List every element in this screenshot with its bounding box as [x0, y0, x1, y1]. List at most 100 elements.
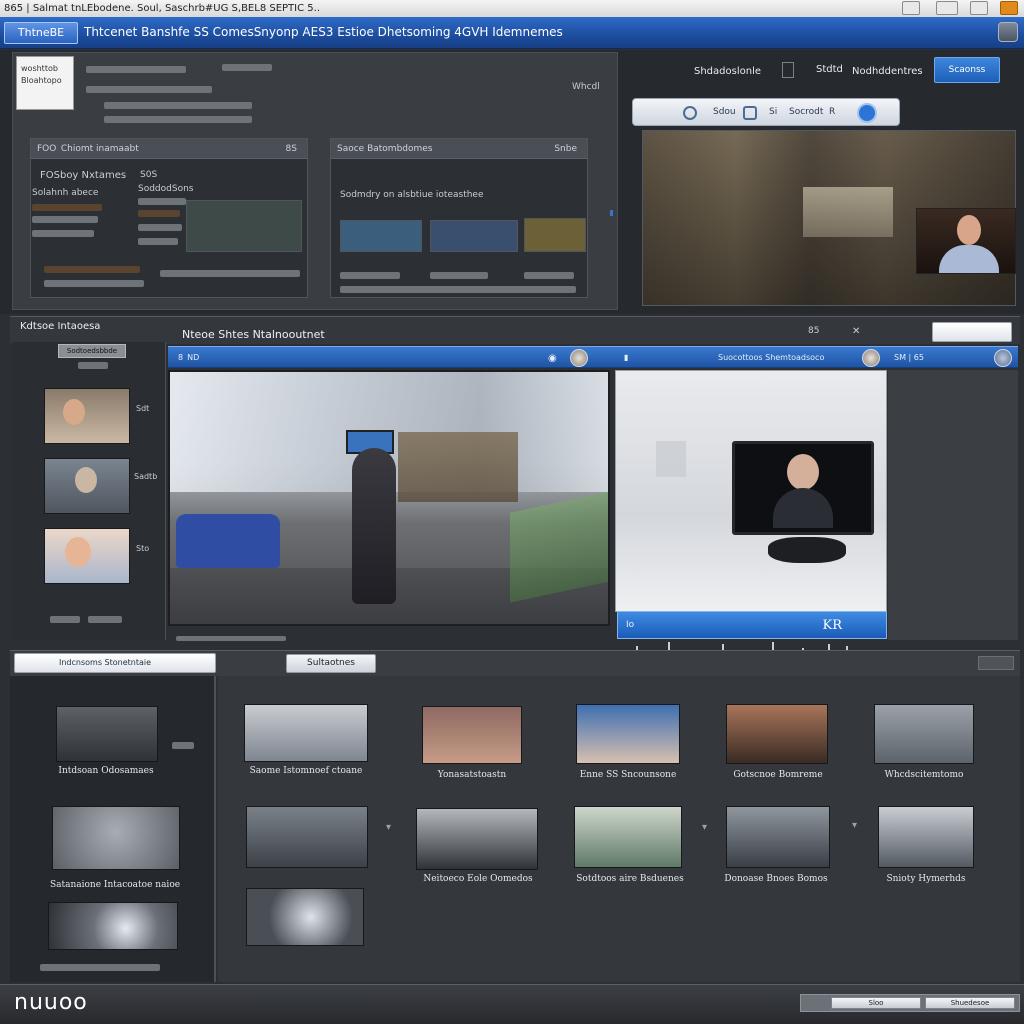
list-row [50, 616, 80, 623]
watermark-label: Whcdl [572, 82, 600, 92]
gallery-thumbnail[interactable] [874, 704, 974, 764]
media-tile[interactable] [524, 218, 586, 252]
window-menu-icon[interactable] [998, 22, 1018, 42]
header-line [86, 66, 186, 73]
gallery-thumbnail[interactable] [726, 806, 830, 868]
list-row[interactable] [32, 230, 94, 237]
header-line [104, 102, 252, 109]
page-indicator: 85 [808, 326, 820, 336]
avatar[interactable] [862, 349, 880, 367]
chevron-down-icon[interactable]: ▾ [386, 822, 391, 833]
list-row [172, 742, 194, 749]
pin-icon[interactable]: ▮ [624, 353, 628, 362]
profile-card-subtitle: Bloahtopo [21, 76, 62, 85]
bottom-button[interactable]: Shuedesoe [925, 997, 1015, 1009]
toolbar-label[interactable]: Si [769, 107, 777, 117]
gallery-thumbnail[interactable] [244, 704, 368, 762]
gallery-thumbnail[interactable] [416, 808, 538, 870]
list-row[interactable] [340, 272, 400, 279]
highlight-row[interactable] [44, 266, 140, 273]
gallery-search-input[interactable]: Indcnsoms Stonetntaie [14, 653, 216, 673]
highlight-row[interactable] [32, 204, 102, 211]
right-gutter [888, 370, 1018, 640]
secondary-video-strip: Io KR [617, 611, 887, 639]
gallery-thumbnail[interactable] [574, 806, 682, 868]
preview-block [186, 200, 302, 252]
gallery-thumbnail[interactable] [422, 706, 522, 764]
list-row[interactable] [32, 216, 98, 223]
video-toolbar: Sdou Si Socrodt R [632, 98, 900, 126]
resize-handle[interactable] [978, 656, 1014, 670]
chevron-down-icon[interactable]: ▾ [702, 822, 707, 833]
gallery-thumbnail[interactable] [56, 706, 158, 762]
list-row [88, 616, 122, 623]
middle-subpanel-right: Snbe [554, 144, 577, 154]
video-control-strip: 8 ND ◉ ▮ Suocottoos Shemtoadsoco SM | 65 [168, 346, 1018, 368]
toolbar-label[interactable]: Sdou [713, 107, 736, 117]
gallery-thumbnail[interactable] [52, 806, 180, 870]
left-subpanel-heading-number: S0S [140, 170, 158, 180]
gallery-caption: Neitoeco Eole Oomedos [423, 874, 533, 884]
list-row[interactable] [138, 238, 178, 245]
self-view-webcam[interactable] [916, 208, 1016, 274]
participant-caption: Sto [136, 544, 150, 553]
settings-icon[interactable] [857, 103, 877, 123]
secondary-video-feed[interactable] [615, 370, 887, 612]
gallery-thumbnail[interactable] [246, 806, 368, 868]
gallery-action-button[interactable]: Sultaotnes [286, 654, 376, 673]
toolbar-label[interactable]: Socrodt [789, 107, 823, 117]
chevron-down-icon[interactable]: ▾ [852, 820, 857, 831]
search-icon[interactable] [683, 106, 697, 120]
bottom-button[interactable]: Sloo [831, 997, 921, 1009]
secondary-label: KR [822, 618, 843, 633]
splitter-handle[interactable] [610, 210, 613, 216]
list-row[interactable] [524, 272, 574, 279]
progress-line [176, 636, 286, 641]
restore-icon[interactable] [970, 1, 988, 15]
gallery-thumbnail[interactable] [576, 704, 680, 764]
media-tile[interactable] [430, 220, 518, 252]
media-tile[interactable] [340, 220, 422, 252]
main-video-feed[interactable] [168, 370, 610, 626]
gallery-thumbnail[interactable] [726, 704, 828, 764]
meeting-search-input[interactable] [932, 322, 1012, 342]
window-title: Thtcenet Banshfe SS ComesSnyonp AES3 Est… [84, 25, 563, 39]
participant-thumbnail[interactable] [44, 528, 130, 584]
avatar[interactable] [570, 349, 588, 367]
mic-icon[interactable]: ◉ [548, 353, 557, 364]
toolbar-label[interactable]: R [829, 107, 835, 117]
gallery-caption: Sotdtoos aire Bsduenes [576, 874, 684, 884]
settings-icon[interactable] [994, 349, 1012, 367]
gallery-caption: Donoase Bnoes Bomos [724, 874, 828, 884]
primary-action-button[interactable]: Scaonss [934, 57, 1000, 83]
gallery-caption: Satanaione Intacoatoe naioe [49, 880, 181, 890]
list-row[interactable] [430, 272, 488, 279]
header-label-2: Stdtd [816, 64, 843, 75]
list-row[interactable] [160, 270, 300, 277]
gallery-thumbnail[interactable] [48, 902, 178, 950]
list-row[interactable] [138, 198, 186, 205]
gallery-caption: Saome Istomnoef ctoane [249, 766, 363, 776]
profile-card-title: woshttob [21, 64, 58, 73]
participant-thumbnail[interactable] [44, 388, 130, 444]
gallery-caption: Gotscnoe Bomreme [733, 770, 823, 780]
list-row[interactable] [44, 280, 144, 287]
highlight-row[interactable] [138, 210, 180, 217]
gallery-thumbnail[interactable] [246, 888, 364, 946]
profile-card[interactable]: woshttob Bloahtopo [16, 56, 74, 110]
close-small-icon[interactable]: ✕ [852, 326, 860, 337]
left-subpanel-title: FOO Chiomt inamaabt [37, 144, 139, 154]
left-subpanel-badge: 8S [285, 144, 297, 154]
close-icon[interactable] [1000, 1, 1018, 15]
maximize-icon[interactable] [936, 1, 958, 15]
list-row[interactable] [138, 224, 182, 231]
os-title-text: 865 | Salmat tnLEbodene. Soul, Saschrb#U… [4, 3, 320, 14]
list-row[interactable] [340, 286, 576, 293]
gallery-thumbnail[interactable] [878, 806, 974, 868]
participant-filter-button[interactable]: Sodtoedsbbde [58, 344, 126, 358]
square-icon[interactable] [743, 106, 757, 120]
participant-thumbnail[interactable] [44, 458, 130, 514]
page-icon[interactable] [782, 62, 794, 78]
window-shape [803, 187, 893, 237]
minimize-icon[interactable] [902, 1, 920, 15]
